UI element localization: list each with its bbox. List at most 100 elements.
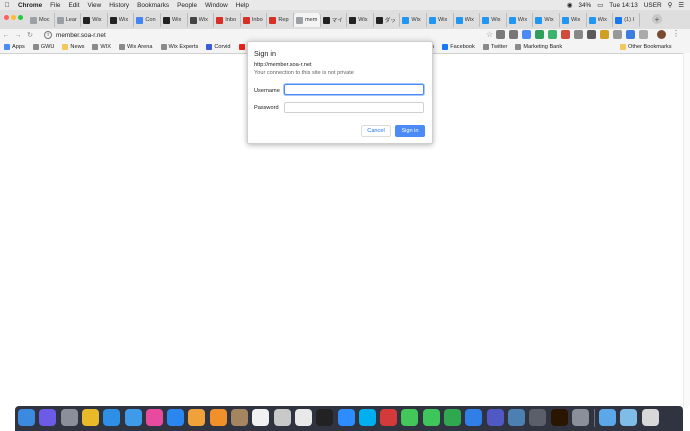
tab-18[interactable]: Wix <box>507 13 534 27</box>
bookmark-item[interactable]: Apps <box>0 44 29 50</box>
tab-11[interactable]: マイ <box>321 13 348 27</box>
extension-icon[interactable] <box>561 30 570 39</box>
menu-history[interactable]: History <box>105 2 133 9</box>
menu-chrome[interactable]: Chrome <box>14 2 46 9</box>
tab-5[interactable]: Wix <box>161 13 188 27</box>
search-icon[interactable]: ⚲ <box>668 1 673 9</box>
address-bar[interactable]: i member.soa-r.net <box>44 30 484 40</box>
illustrator-icon[interactable] <box>550 409 568 426</box>
minimize-window-icon[interactable] <box>11 15 16 20</box>
password-field[interactable] <box>284 102 424 113</box>
battery-icon[interactable]: ▭ <box>597 1 603 9</box>
extension-icon[interactable] <box>509 30 518 39</box>
skype-icon[interactable] <box>358 409 376 426</box>
bookmark-item[interactable]: Facebook <box>438 44 479 50</box>
tab-6[interactable]: Wix <box>188 13 215 27</box>
menu-window[interactable]: Window <box>201 2 232 9</box>
itunes-icon[interactable] <box>145 409 163 426</box>
app-store-icon[interactable] <box>167 409 185 426</box>
mail-icon[interactable] <box>124 409 142 426</box>
tab-22[interactable]: (1) I <box>613 13 640 27</box>
menu-view[interactable]: View <box>83 2 105 9</box>
tab-14[interactable]: Wix <box>400 13 427 27</box>
other-bookmarks[interactable]: Other Bookmarks <box>616 41 676 53</box>
reminders-icon[interactable] <box>294 409 312 426</box>
bookmark-item[interactable]: Twitter <box>479 44 511 50</box>
tab-16[interactable]: Wix <box>454 13 481 27</box>
wunderlist-icon[interactable] <box>380 409 398 426</box>
extension-icon[interactable] <box>639 30 648 39</box>
extension-icon[interactable] <box>496 30 505 39</box>
cancel-button[interactable]: Cancel <box>361 125 391 137</box>
clock[interactable]: Tue 14:13 <box>609 2 638 9</box>
new-tab-button[interactable]: + <box>652 14 662 24</box>
wifi-icon[interactable]: ◉ <box>567 1 573 9</box>
safari-icon[interactable] <box>103 409 121 426</box>
trash-icon[interactable] <box>641 409 659 426</box>
bookmark-item[interactable]: Wix Arena <box>115 44 157 50</box>
extension-icon[interactable] <box>613 30 622 39</box>
documents-folder-icon[interactable] <box>620 409 638 426</box>
extension-icon[interactable] <box>522 30 531 39</box>
back-icon[interactable]: ← <box>0 32 12 39</box>
siri-icon[interactable] <box>39 409 57 426</box>
tab-7[interactable]: Inbo <box>214 13 241 27</box>
extension-icon[interactable] <box>574 30 583 39</box>
menu-help[interactable]: Help <box>232 2 253 9</box>
finder-icon[interactable] <box>18 409 35 426</box>
user-name[interactable]: USER <box>644 2 662 9</box>
pen-icon[interactable] <box>571 409 589 426</box>
tab-3[interactable]: Wix <box>108 13 135 27</box>
tab-2[interactable]: Wix <box>81 13 108 27</box>
bbedit-icon[interactable] <box>507 409 525 426</box>
zoom-icon[interactable] <box>337 409 355 426</box>
tab-9[interactable]: Rep <box>267 13 294 27</box>
apple-icon[interactable]:  <box>0 2 14 9</box>
menu-people[interactable]: People <box>173 2 201 9</box>
launchpad-icon[interactable] <box>60 409 78 426</box>
tab-0[interactable]: Moc <box>28 13 55 27</box>
terminal-icon[interactable] <box>529 409 547 426</box>
tab-10[interactable]: mem <box>294 13 321 27</box>
menu-list-icon[interactable]: ☰ <box>678 1 684 9</box>
contacts-icon[interactable] <box>231 409 248 426</box>
zoom-window-icon[interactable] <box>18 15 23 20</box>
facetime-icon[interactable] <box>422 409 440 426</box>
extension-icon[interactable] <box>548 30 557 39</box>
bookmark-item[interactable]: Wix Experts <box>157 44 203 50</box>
url-text[interactable]: member.soa-r.net <box>56 32 106 39</box>
menu-bookmarks[interactable]: Bookmarks <box>133 2 173 9</box>
tab-17[interactable]: Wix <box>480 13 507 27</box>
menu-edit[interactable]: Edit <box>64 2 83 9</box>
chrome-icon[interactable] <box>81 409 99 426</box>
page-scrollbar[interactable] <box>683 53 690 406</box>
teams-icon[interactable] <box>486 409 504 426</box>
close-window-icon[interactable] <box>4 15 9 20</box>
reload-icon[interactable]: ↻ <box>24 31 36 39</box>
bookmark-item[interactable]: Marketing Bank <box>511 44 566 50</box>
books-icon[interactable] <box>209 409 227 426</box>
tab-8[interactable]: Inbo <box>241 13 268 27</box>
avatar[interactable] <box>657 30 666 39</box>
preview-icon[interactable] <box>273 409 291 426</box>
extension-icon[interactable] <box>626 30 635 39</box>
forward-icon[interactable]: → <box>12 32 24 39</box>
bookmark-item[interactable]: News <box>58 44 88 50</box>
bookmark-star-icon[interactable]: ☆ <box>486 30 493 39</box>
tab-21[interactable]: Wix <box>587 13 614 27</box>
keynote-icon[interactable] <box>465 409 483 426</box>
tab-1[interactable]: Lear <box>55 13 82 27</box>
sign-in-button[interactable]: Sign in <box>395 125 425 137</box>
extension-icon[interactable] <box>600 30 609 39</box>
more-menu-icon[interactable]: ⋮ <box>672 29 680 38</box>
menu-file[interactable]: File <box>46 2 64 9</box>
messages-icon[interactable] <box>401 409 419 426</box>
tab-19[interactable]: Wix <box>533 13 560 27</box>
photos-icon[interactable] <box>188 409 206 426</box>
bookmark-item[interactable]: GWU <box>29 44 59 50</box>
extension-icon[interactable] <box>587 30 596 39</box>
calendar-icon[interactable] <box>252 409 270 426</box>
numbers-icon[interactable] <box>444 409 461 426</box>
extension-icon[interactable] <box>535 30 544 39</box>
tab-20[interactable]: Wix <box>560 13 587 27</box>
